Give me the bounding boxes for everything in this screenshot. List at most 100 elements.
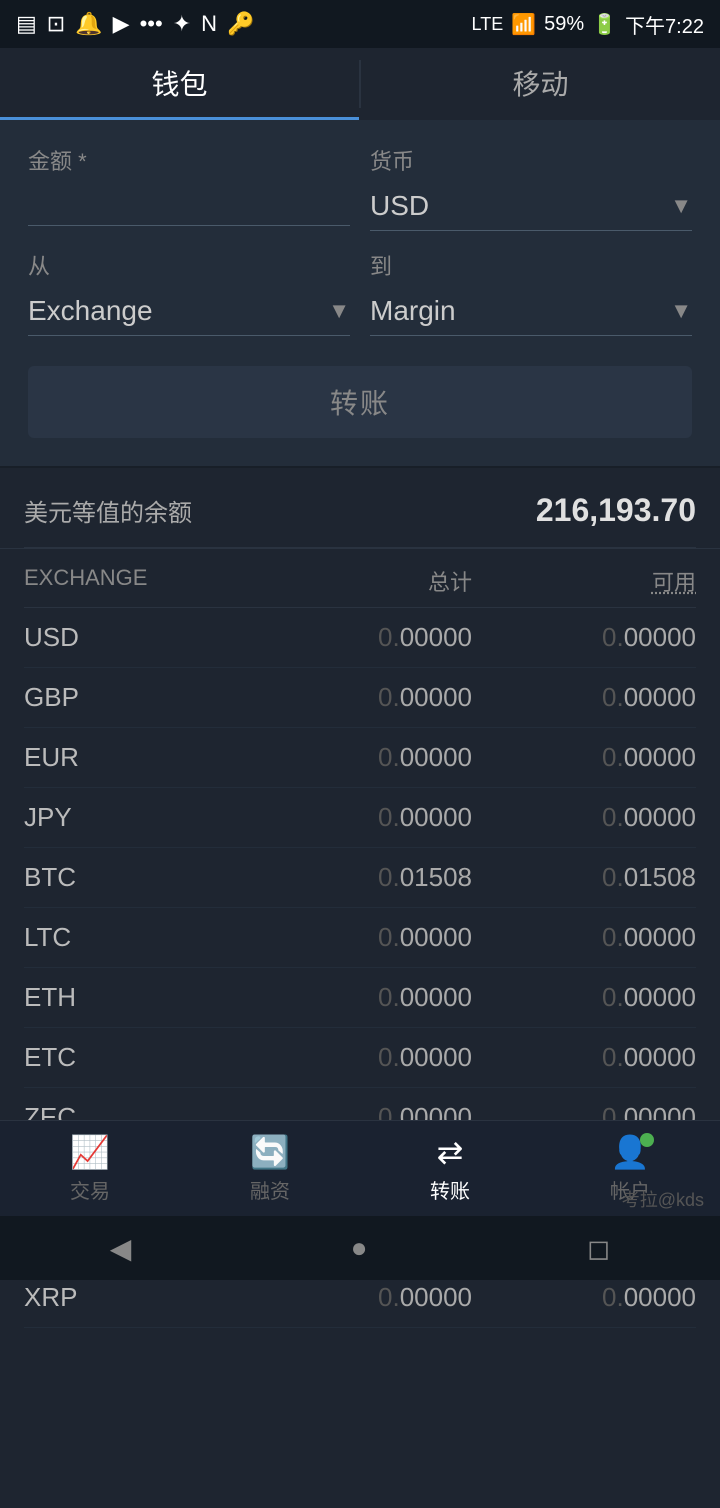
currency-dropdown-arrow: ▼ bbox=[670, 193, 692, 219]
to-group: 到 Margin ▼ bbox=[370, 249, 692, 336]
table-row: ETC 0.00000 0.00000 bbox=[24, 1028, 696, 1088]
android-nav: ◀ ● ◻ bbox=[0, 1216, 720, 1280]
balance-value: 216,193.70 bbox=[536, 492, 696, 529]
cell-avail: 0.00000 bbox=[472, 802, 696, 833]
from-to-row: 从 Exchange ▼ 到 Margin ▼ bbox=[28, 249, 692, 336]
cell-name: ETC bbox=[24, 1042, 248, 1073]
transfer-icon: ⇄ bbox=[437, 1133, 464, 1171]
to-select[interactable]: Margin ▼ bbox=[370, 287, 692, 336]
battery-icon: 🔋 bbox=[592, 12, 617, 37]
cell-name: XRP bbox=[24, 1282, 248, 1313]
more-icon: ••• bbox=[140, 11, 163, 37]
app-icon-1: ⊡ bbox=[47, 11, 65, 37]
trade-label: 交易 bbox=[70, 1175, 110, 1204]
cell-avail: 0.00000 bbox=[472, 1042, 696, 1073]
finance-icon: 🔄 bbox=[250, 1133, 290, 1171]
cell-name: GBP bbox=[24, 682, 248, 713]
transfer-button[interactable]: 转账 bbox=[28, 366, 692, 438]
amount-label: 金额 * bbox=[28, 144, 350, 176]
currency-select[interactable]: USD ▼ bbox=[370, 182, 692, 231]
bluetooth-icon: ✦ bbox=[173, 11, 191, 37]
trade-icon: 📈 bbox=[70, 1133, 110, 1171]
status-right: LTE 📶 59% 🔋 下午7:22 bbox=[472, 10, 704, 39]
col-header-avail: 可用 bbox=[472, 565, 696, 597]
finance-label: 融资 bbox=[250, 1175, 290, 1204]
account-label: 帐户 bbox=[610, 1175, 650, 1204]
tab-wallet[interactable]: 钱包 bbox=[0, 48, 359, 120]
col-header-name: EXCHANGE bbox=[24, 565, 248, 597]
cell-name: EUR bbox=[24, 742, 248, 773]
from-select[interactable]: Exchange ▼ bbox=[28, 287, 350, 336]
home-button[interactable]: ● bbox=[351, 1232, 368, 1264]
cell-total: 0.00000 bbox=[248, 682, 472, 713]
from-value: Exchange bbox=[28, 287, 328, 335]
to-dropdown-arrow: ▼ bbox=[670, 298, 692, 324]
table-row: GBP 0.00000 0.00000 bbox=[24, 668, 696, 728]
cell-avail: 0.00000 bbox=[472, 622, 696, 653]
amount-input[interactable] bbox=[28, 182, 350, 226]
cell-avail: 0.00000 bbox=[472, 922, 696, 953]
cell-total: 0.00000 bbox=[248, 1282, 472, 1313]
key-icon: 🔑 bbox=[227, 11, 254, 37]
cell-avail: 0.00000 bbox=[472, 982, 696, 1013]
cell-total: 0.00000 bbox=[248, 1042, 472, 1073]
nav-trade[interactable]: 📈 交易 bbox=[0, 1133, 180, 1204]
cell-total: 0.00000 bbox=[248, 802, 472, 833]
nav-transfer[interactable]: ⇄ 转账 bbox=[360, 1133, 540, 1204]
table-row: JPY 0.00000 0.00000 bbox=[24, 788, 696, 848]
cell-name: ETH bbox=[24, 982, 248, 1013]
tab-move[interactable]: 移动 bbox=[361, 48, 720, 120]
amount-currency-row: 金额 * 货币 USD ▼ bbox=[28, 144, 692, 231]
from-label: 从 bbox=[28, 249, 350, 281]
time-display: 下午7:22 bbox=[625, 10, 704, 39]
from-dropdown-arrow: ▼ bbox=[328, 298, 350, 324]
from-group: 从 Exchange ▼ bbox=[28, 249, 350, 336]
table-row: EUR 0.00000 0.00000 bbox=[24, 728, 696, 788]
online-indicator bbox=[640, 1133, 654, 1147]
cell-total: 0.00000 bbox=[248, 622, 472, 653]
signal-bars: 📶 bbox=[511, 12, 536, 37]
nav-account[interactable]: 👤 帐户 bbox=[540, 1133, 720, 1204]
send-icon: ▶ bbox=[113, 11, 130, 37]
transfer-form: 金额 * 货币 USD ▼ 从 Exchange ▼ 到 Margin ▼ bbox=[0, 120, 720, 468]
cell-total: 0.00000 bbox=[248, 922, 472, 953]
lte-icon: LTE bbox=[472, 14, 504, 35]
cell-avail: 0.01508 bbox=[472, 862, 696, 893]
nfc-icon: N bbox=[201, 11, 217, 37]
recents-button[interactable]: ◻ bbox=[587, 1232, 610, 1265]
back-button[interactable]: ◀ bbox=[110, 1232, 132, 1265]
table-row: LTC 0.00000 0.00000 bbox=[24, 908, 696, 968]
currency-value: USD bbox=[370, 182, 670, 230]
amount-group: 金额 * bbox=[28, 144, 350, 231]
cell-total: 0.01508 bbox=[248, 862, 472, 893]
currency-label: 货币 bbox=[370, 144, 692, 176]
table-row: BTC 0.01508 0.01508 bbox=[24, 848, 696, 908]
nav-finance[interactable]: 🔄 融资 bbox=[180, 1133, 360, 1204]
to-label: 到 bbox=[370, 249, 692, 281]
cell-avail: 0.00000 bbox=[472, 742, 696, 773]
account-icon-wrapper: 👤 bbox=[610, 1133, 650, 1171]
table-header: EXCHANGE 总计 可用 bbox=[24, 549, 696, 608]
status-icons: ▤ ⊡ 🔔 ▶ ••• ✦ N 🔑 bbox=[16, 11, 254, 37]
cell-total: 0.00000 bbox=[248, 982, 472, 1013]
cell-name: LTC bbox=[24, 922, 248, 953]
balance-label: 美元等值的余额 bbox=[24, 493, 192, 528]
cell-name: JPY bbox=[24, 802, 248, 833]
balance-section: 美元等值的余额 216,193.70 bbox=[0, 468, 720, 549]
main-tabs: 钱包 移动 bbox=[0, 48, 720, 120]
cell-name: BTC bbox=[24, 862, 248, 893]
cell-name: USD bbox=[24, 622, 248, 653]
status-bar: ▤ ⊡ 🔔 ▶ ••• ✦ N 🔑 LTE 📶 59% 🔋 下午7:22 bbox=[0, 0, 720, 48]
bottom-nav: 📈 交易 🔄 融资 ⇄ 转账 👤 帐户 bbox=[0, 1120, 720, 1216]
col-header-total: 总计 bbox=[248, 565, 472, 597]
transfer-label: 转账 bbox=[430, 1175, 470, 1204]
currency-group: 货币 USD ▼ bbox=[370, 144, 692, 231]
cell-avail: 0.00000 bbox=[472, 682, 696, 713]
table-row: USD 0.00000 0.00000 bbox=[24, 608, 696, 668]
sim-icon: ▤ bbox=[16, 11, 37, 37]
balance-row: 美元等值的余额 216,193.70 bbox=[24, 492, 696, 548]
battery-percent: 59% bbox=[544, 13, 584, 36]
table-row: ETH 0.00000 0.00000 bbox=[24, 968, 696, 1028]
cell-avail: 0.00000 bbox=[472, 1282, 696, 1313]
to-value: Margin bbox=[370, 287, 670, 335]
